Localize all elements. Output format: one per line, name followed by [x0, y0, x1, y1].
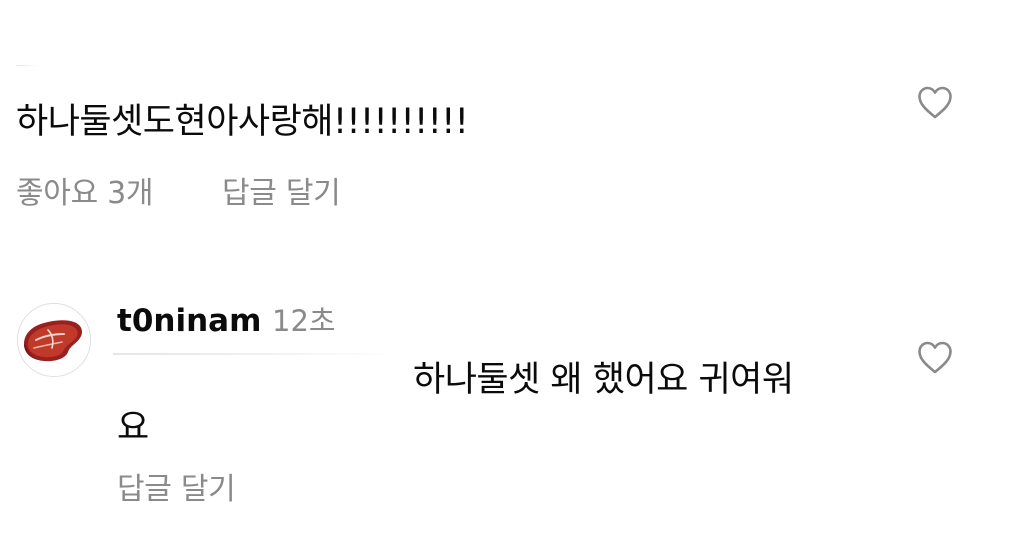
reply-link-wrap: 답글 달기 — [117, 472, 236, 508]
comment-1: 하나둘셋도현아사랑해!!!!!!!!!! 좋아요 3개 답글 달기 — [0, 0, 1025, 240]
likes-count-link[interactable]: 좋아요 3개 — [16, 176, 154, 211]
comment-text: 하나둘셋도현아사랑해!!!!!!!!!! — [16, 102, 469, 142]
faint-divider — [113, 353, 395, 355]
comment-text-line1: 하나둘셋 왜 했어요 귀여워 — [413, 360, 794, 400]
heart-outline-icon — [918, 86, 952, 119]
like-button[interactable] — [917, 341, 953, 375]
comment-meta: 좋아요 3개 — [16, 176, 154, 212]
reply-link-wrap: 답글 달기 — [222, 176, 341, 212]
username-link[interactable]: t0ninam — [117, 302, 261, 340]
comment-text-line2: 요 — [117, 408, 149, 448]
steak-avatar-image — [18, 304, 90, 376]
comment-2: t0ninam 12초 하나둘셋 왜 했어요 귀여워 요 답글 달기 — [0, 280, 1025, 536]
reply-button[interactable]: 답글 달기 — [117, 472, 236, 507]
reply-button[interactable]: 답글 달기 — [222, 176, 341, 211]
heart-outline-icon — [918, 341, 952, 374]
like-button[interactable] — [917, 86, 953, 120]
comment-time: 12초 — [272, 304, 336, 338]
avatar[interactable] — [17, 303, 91, 377]
